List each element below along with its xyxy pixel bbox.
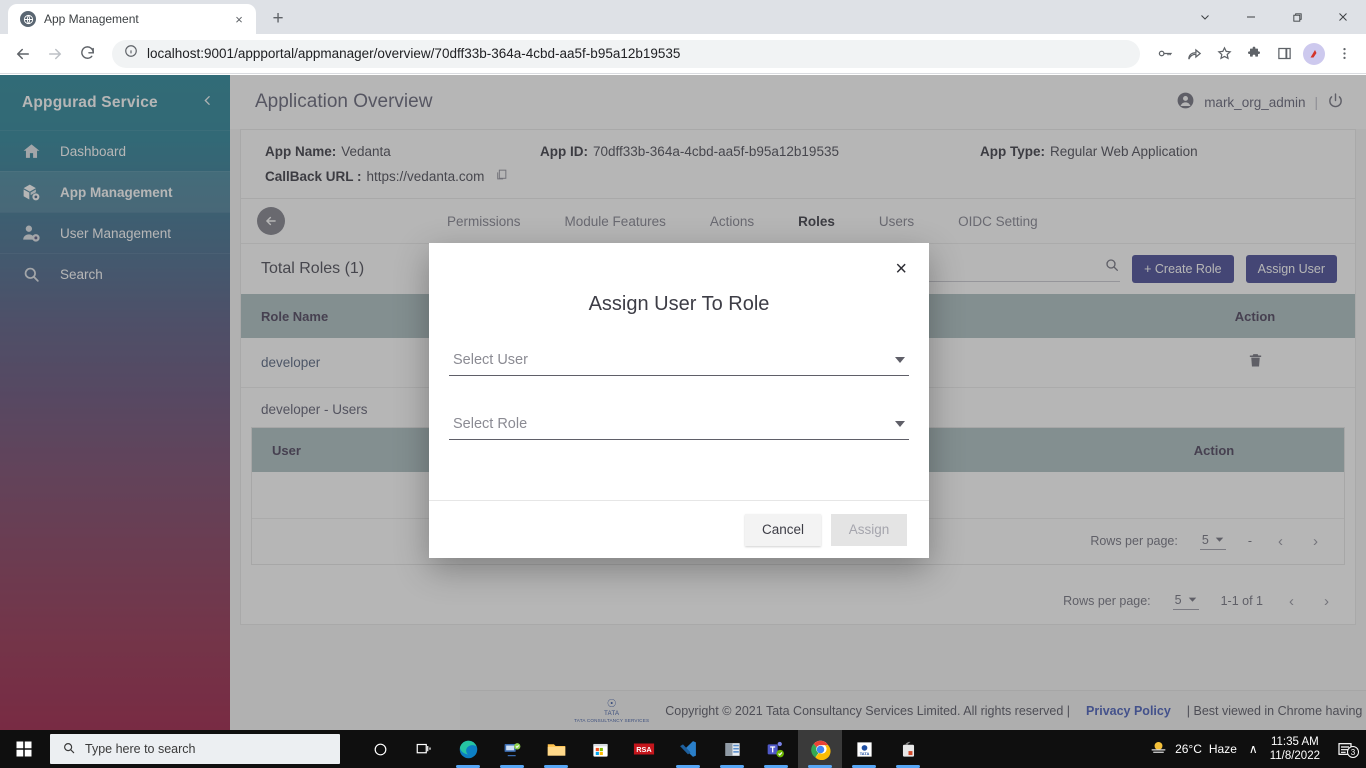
google-chrome-icon[interactable] bbox=[798, 730, 842, 768]
browser-tab-strip: App Management × + bbox=[0, 0, 1366, 34]
outlook-icon[interactable] bbox=[710, 730, 754, 768]
assign-button[interactable]: Assign bbox=[831, 513, 907, 546]
remote-desktop-icon[interactable] bbox=[490, 730, 534, 768]
taskbar-search-input[interactable]: Type here to search bbox=[50, 734, 340, 764]
taskbar-clock[interactable]: 11:35 AM 11/8/2022 bbox=[1270, 735, 1320, 764]
microsoft-teams-icon[interactable] bbox=[754, 730, 798, 768]
system-tray: 26°C Haze ∧ 11:35 AM 11/8/2022 3 bbox=[1149, 735, 1366, 764]
globe-icon bbox=[20, 11, 36, 27]
cortana-icon[interactable] bbox=[358, 730, 402, 768]
close-window-button[interactable] bbox=[1320, 0, 1366, 34]
tata-app-icon[interactable]: TATA bbox=[842, 730, 886, 768]
chrome-menu-icon[interactable] bbox=[1330, 40, 1358, 68]
modal-body: Select User Select Role bbox=[429, 316, 929, 500]
close-icon[interactable]: × bbox=[895, 259, 907, 279]
microsoft-store-icon[interactable] bbox=[578, 730, 622, 768]
microsoft-edge-icon[interactable] bbox=[446, 730, 490, 768]
search-icon bbox=[62, 741, 76, 758]
haze-sun-icon bbox=[1149, 738, 1168, 760]
browser-toolbar: localhost:9001/appportal/appmanager/over… bbox=[0, 34, 1366, 74]
tray-chevron-icon[interactable]: ∧ bbox=[1249, 742, 1258, 756]
key-icon[interactable] bbox=[1150, 40, 1178, 68]
visual-studio-code-icon[interactable] bbox=[666, 730, 710, 768]
notification-count: 3 bbox=[1347, 746, 1359, 758]
profile-avatar-icon[interactable] bbox=[1300, 40, 1328, 68]
file-explorer-icon[interactable] bbox=[534, 730, 578, 768]
weather-widget[interactable]: 26°C Haze bbox=[1149, 738, 1237, 760]
taskbar-app-list: RSA TATA bbox=[358, 730, 930, 768]
select-user-placeholder: Select User bbox=[453, 352, 528, 368]
select-user-dropdown[interactable]: Select User bbox=[449, 352, 909, 376]
select-role-dropdown[interactable]: Select Role bbox=[449, 416, 909, 440]
rsa-icon[interactable]: RSA bbox=[622, 730, 666, 768]
reload-icon[interactable] bbox=[72, 39, 102, 69]
address-bar[interactable]: localhost:9001/appportal/appmanager/over… bbox=[112, 39, 1140, 68]
close-icon[interactable]: × bbox=[230, 10, 248, 28]
new-tab-button[interactable]: + bbox=[264, 5, 292, 33]
chevron-down-icon bbox=[895, 421, 905, 427]
browser-tab-title: App Management bbox=[44, 12, 139, 26]
minimize-button[interactable] bbox=[1228, 0, 1274, 34]
weather-temperature: 26°C bbox=[1175, 742, 1202, 756]
screen: App Management × + localhost:9001/apppor… bbox=[0, 0, 1366, 768]
modal-title: Assign User To Role bbox=[588, 293, 770, 315]
windows-taskbar: Type here to search RSA TATA 26°C Haze ∧… bbox=[0, 730, 1366, 768]
svg-text:TATA: TATA bbox=[859, 751, 869, 756]
info-circle-icon[interactable] bbox=[124, 44, 138, 63]
task-view-icon[interactable] bbox=[402, 730, 446, 768]
weather-description: Haze bbox=[1208, 742, 1237, 756]
maximize-button[interactable] bbox=[1274, 0, 1320, 34]
extensions-puzzle-icon[interactable] bbox=[1240, 40, 1268, 68]
modal-footer: Cancel Assign bbox=[429, 500, 929, 558]
cancel-button[interactable]: Cancel bbox=[745, 513, 821, 546]
forward-icon[interactable] bbox=[40, 39, 70, 69]
chevron-down-icon bbox=[895, 357, 905, 363]
sidepanel-icon[interactable] bbox=[1270, 40, 1298, 68]
select-role-placeholder: Select Role bbox=[453, 416, 528, 432]
taskbar-time: 11:35 AM bbox=[1270, 735, 1319, 748]
window-controls bbox=[1182, 0, 1366, 34]
address-bar-url: localhost:9001/appportal/appmanager/over… bbox=[147, 46, 681, 61]
archive-app-icon[interactable] bbox=[886, 730, 930, 768]
notification-icon[interactable]: 3 bbox=[1332, 741, 1359, 758]
browser-tab[interactable]: App Management × bbox=[8, 4, 256, 34]
toolbar-icons bbox=[1150, 40, 1358, 68]
back-icon[interactable] bbox=[8, 39, 38, 69]
assign-user-modal: × Assign User To Role Select User Select… bbox=[429, 243, 929, 558]
taskbar-date: 11/8/2022 bbox=[1269, 750, 1320, 762]
share-icon[interactable] bbox=[1180, 40, 1208, 68]
svg-text:RSA: RSA bbox=[636, 745, 652, 754]
bookmark-star-icon[interactable] bbox=[1210, 40, 1238, 68]
chevron-down-icon[interactable] bbox=[1182, 0, 1228, 34]
taskbar-search-placeholder: Type here to search bbox=[85, 742, 196, 756]
windows-icon[interactable] bbox=[0, 730, 48, 768]
